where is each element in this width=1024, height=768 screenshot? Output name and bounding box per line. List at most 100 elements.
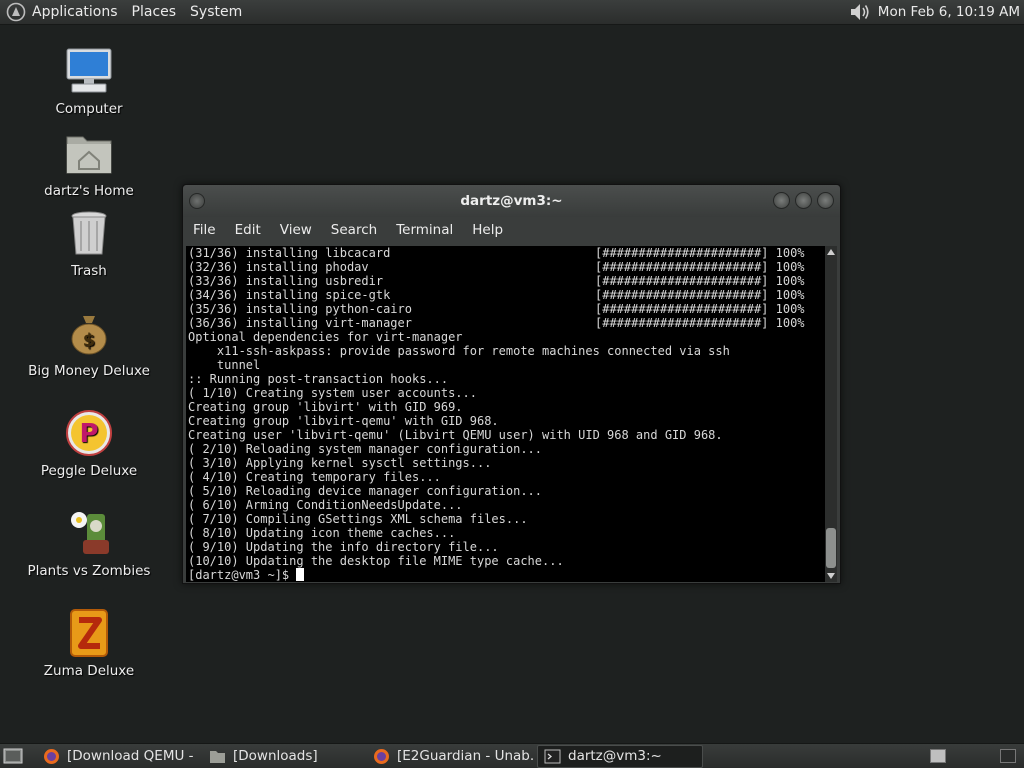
desktop-icon-label: Computer — [55, 101, 123, 117]
terminal-line-text: tunnel — [188, 358, 261, 372]
terminal-line: ( 6/10) Arming ConditionNeedsUpdate... — [188, 498, 830, 512]
menu-view[interactable]: View — [280, 222, 312, 238]
window-menu-icon[interactable] — [189, 193, 205, 209]
desktop-icon-computer[interactable]: Computer — [14, 44, 164, 117]
terminal-line: Creating group 'libvirt' with GID 969. — [188, 400, 830, 414]
scrollbar-thumb[interactable] — [826, 528, 836, 568]
terminal-line: ( 4/10) Creating temporary files... — [188, 470, 830, 484]
taskbar-item[interactable]: [Download QEMU - ... — [37, 745, 199, 768]
terminal-line-text: ( 1/10) Creating system user accounts... — [188, 386, 477, 400]
desktop-icon-label: Big Money Deluxe — [28, 363, 150, 379]
money-bag-icon: $ — [71, 316, 107, 355]
menu-edit[interactable]: Edit — [235, 222, 261, 238]
desktop-icon-home[interactable]: dartz's Home — [14, 126, 164, 199]
terminal-line-text: :: Running post-transaction hooks... — [188, 372, 449, 386]
maximize-button[interactable] — [795, 192, 812, 209]
terminal-line-text: Creating user 'libvirt-qemu' (Libvirt QE… — [188, 428, 723, 442]
terminal-line: (32/36) installing phodav [##############… — [188, 260, 830, 274]
terminal-output[interactable]: (31/36) installing libcacard [###########… — [186, 246, 837, 582]
firefox-icon — [374, 748, 389, 764]
terminal-line: ( 3/10) Applying kernel sysctl settings.… — [188, 456, 830, 470]
taskbar-item[interactable]: [Downloads] — [203, 745, 363, 768]
trash-icon — [71, 211, 107, 255]
terminal-progress: [######################] 100% — [595, 260, 805, 274]
close-button[interactable] — [817, 192, 834, 209]
terminal-line-text: Optional dependencies for virt-manager — [188, 330, 463, 344]
terminal-line-text: ( 6/10) Arming ConditionNeedsUpdate... — [188, 498, 463, 512]
scroll-up-arrow-icon[interactable] — [825, 246, 837, 258]
zuma-icon — [70, 609, 108, 657]
places-menu[interactable]: Places — [132, 4, 177, 20]
system-menu[interactable]: System — [190, 4, 242, 20]
bottom-panel: [Download QEMU - ... [Downloads] [E2Guar… — [0, 743, 1024, 768]
minimize-button[interactable] — [773, 192, 790, 209]
desktop-icon-big-money[interactable]: $ Big Money Deluxe — [14, 306, 164, 379]
taskbar-item-active[interactable]: dartz@vm3:~ — [537, 744, 703, 768]
terminal-line-text: ( 3/10) Applying kernel sysctl settings.… — [188, 456, 492, 470]
home-folder-icon — [66, 136, 112, 174]
terminal-line: Creating group 'libvirt-qemu' with GID 9… — [188, 414, 830, 428]
terminal-window[interactable]: dartz@vm3:~ File Edit View Search Termin… — [182, 184, 841, 584]
terminal-scrollbar[interactable] — [825, 246, 837, 582]
menu-search[interactable]: Search — [331, 222, 377, 238]
distro-logo-icon[interactable] — [6, 2, 26, 22]
scroll-down-arrow-icon[interactable] — [825, 570, 837, 582]
terminal-line: x11-ssh-askpass: provide password for re… — [188, 344, 830, 358]
terminal-line-text: (36/36) installing virt-manager — [188, 316, 412, 330]
window-title: dartz@vm3:~ — [460, 193, 563, 209]
shell-prompt: [dartz@vm3 ~]$ — [188, 568, 297, 582]
terminal-line-text: ( 8/10) Updating icon theme caches... — [188, 526, 456, 540]
terminal-line-text: (32/36) installing phodav — [188, 260, 369, 274]
text-cursor — [296, 568, 305, 581]
applications-menu[interactable]: Applications — [32, 4, 118, 20]
plants-vs-zombies-icon — [71, 512, 109, 554]
terminal-icon — [544, 749, 561, 763]
terminal-line-text: ( 7/10) Compiling GSettings XML schema f… — [188, 512, 528, 526]
menu-terminal[interactable]: Terminal — [396, 222, 453, 238]
terminal-line: Creating user 'libvirt-qemu' (Libvirt QE… — [188, 428, 830, 442]
terminal-progress: [######################] 100% — [595, 316, 805, 330]
desktop-icon-label: Peggle Deluxe — [40, 463, 138, 479]
terminal-progress: [######################] 100% — [595, 302, 805, 316]
desktop-icon-label: Trash — [71, 263, 107, 279]
desktop-icon-trash[interactable]: Trash — [14, 206, 164, 279]
terminal-line: (10/10) Updating the desktop file MIME t… — [188, 554, 830, 568]
desktop-icon-zuma[interactable]: Zuma Deluxe — [14, 606, 164, 679]
terminal-line: (36/36) installing virt-manager [########… — [188, 316, 830, 330]
desktop-icon-label: Plants vs Zombies — [27, 563, 151, 579]
terminal-line: (33/36) installing usbredir [############… — [188, 274, 830, 288]
workspace-1[interactable] — [930, 749, 946, 763]
terminal-line-text: (10/10) Updating the desktop file MIME t… — [188, 554, 564, 568]
window-titlebar[interactable]: dartz@vm3:~ — [183, 185, 840, 217]
peggle-icon: P — [66, 410, 112, 456]
terminal-line: ( 5/10) Reloading device manager configu… — [188, 484, 830, 498]
terminal-line-text: x11-ssh-askpass: provide password for re… — [188, 344, 730, 358]
desktop-icon-peggle[interactable]: P Peggle Deluxe — [14, 406, 164, 479]
terminal-prompt-line[interactable]: [dartz@vm3 ~]$ — [188, 568, 830, 582]
terminal-line-text: (33/36) installing usbredir — [188, 274, 384, 288]
taskbar-item[interactable]: [E2Guardian - Unab... — [367, 745, 533, 768]
workspace-switcher[interactable] — [870, 749, 1024, 763]
desktop-icon-plants-vs-zombies[interactable]: Plants vs Zombies — [14, 506, 164, 579]
svg-text:$: $ — [83, 330, 96, 351]
menu-help[interactable]: Help — [472, 222, 503, 238]
clock[interactable]: Mon Feb 6, 10:19 AM — [878, 4, 1020, 20]
top-panel: Applications Places System Mon Feb 6, 10… — [0, 0, 1024, 25]
taskbar-item-label: [Download QEMU - ... — [67, 748, 199, 764]
desktop-icon-label: dartz's Home — [44, 183, 134, 199]
terminal-line-text: ( 2/10) Reloading system manager configu… — [188, 442, 543, 456]
terminal-progress: [######################] 100% — [595, 246, 805, 260]
terminal-line: :: Running post-transaction hooks... — [188, 372, 830, 386]
terminal-progress: [######################] 100% — [595, 274, 805, 288]
menu-file[interactable]: File — [193, 222, 216, 238]
firefox-icon — [44, 748, 59, 764]
volume-icon[interactable] — [848, 1, 872, 23]
taskbar-item-label: [E2Guardian - Unab... — [397, 748, 533, 764]
terminal-line-text: (35/36) installing python-cairo — [188, 302, 412, 316]
workspace-2[interactable] — [1000, 749, 1016, 763]
terminal-line-text: Creating group 'libvirt-qemu' with GID 9… — [188, 414, 499, 428]
folder-icon — [210, 750, 225, 763]
terminal-menubar: File Edit View Search Terminal Help — [183, 217, 840, 243]
show-desktop-icon[interactable] — [3, 747, 23, 765]
terminal-line-text: (34/36) installing spice-gtk — [188, 288, 391, 302]
